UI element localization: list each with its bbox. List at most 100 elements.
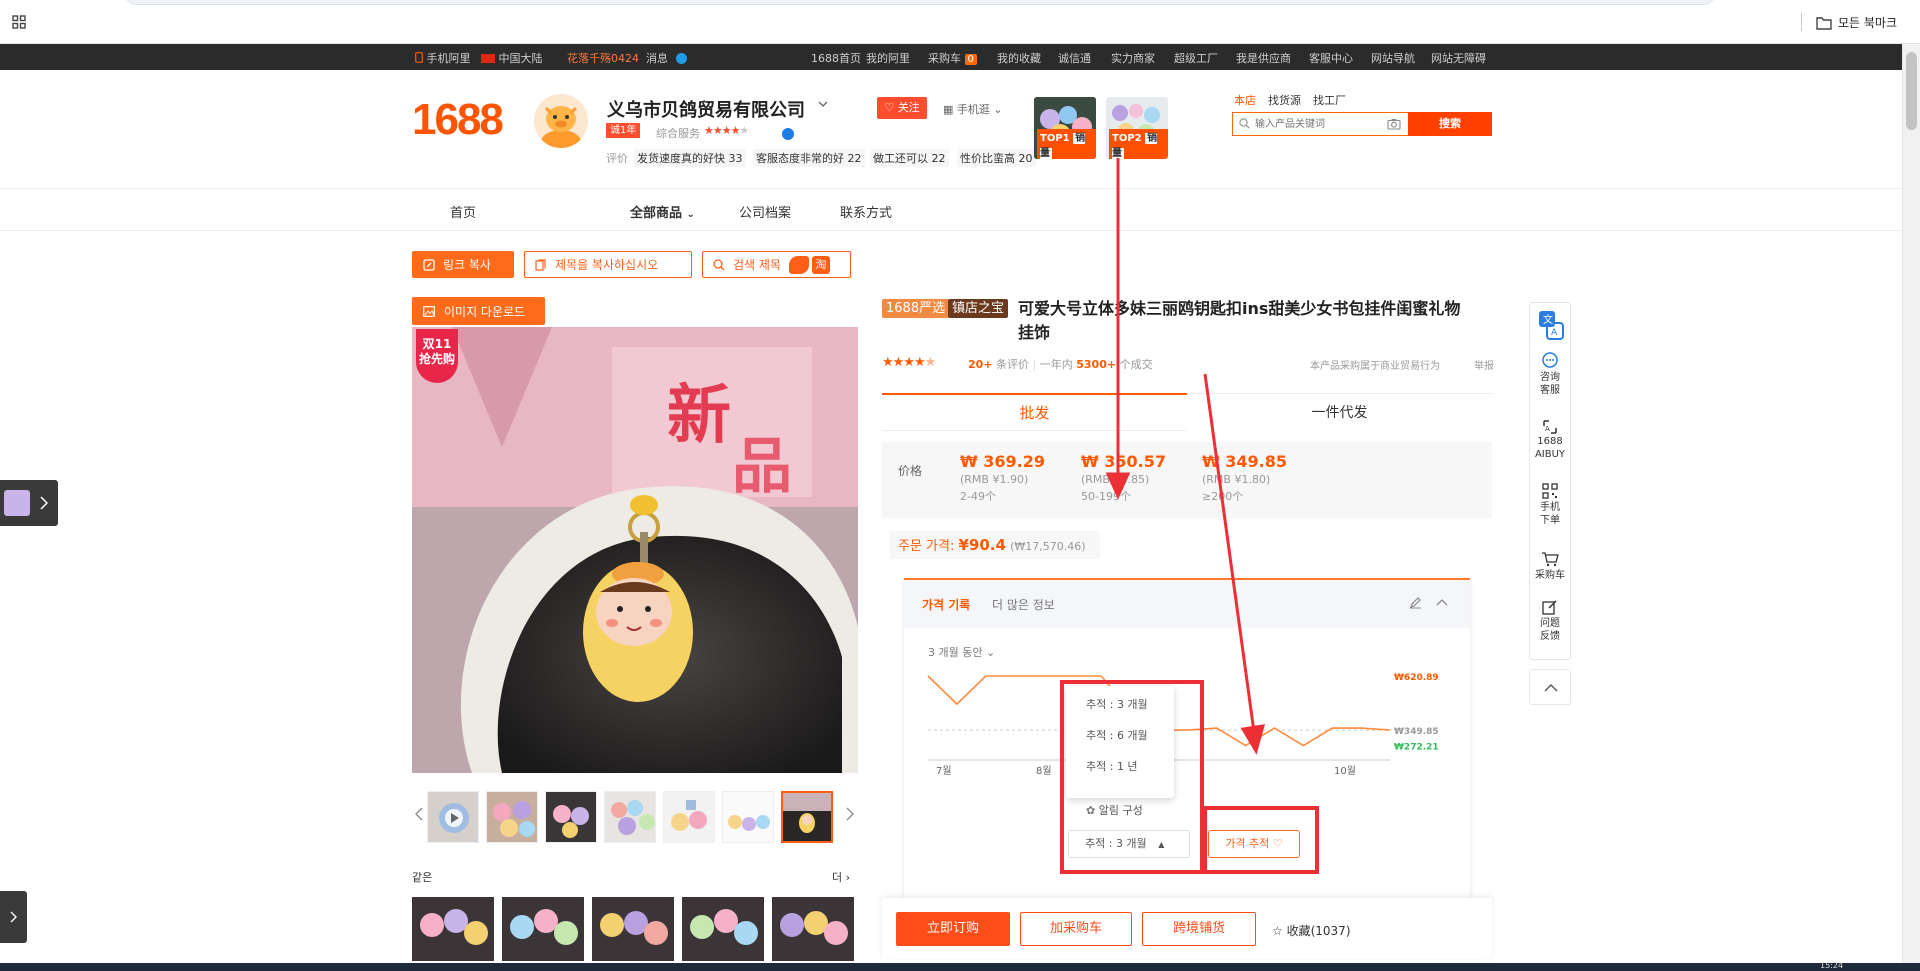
review-tag[interactable]: 发货速度真的好快 33: [634, 149, 746, 167]
chevron-left-icon[interactable]: [415, 807, 423, 821]
search-tab-store[interactable]: 本店: [1234, 92, 1256, 108]
topnav-strong-merchants[interactable]: 实力商家: [1111, 50, 1155, 66]
topnav-super-factory[interactable]: 超级工厂: [1174, 50, 1218, 66]
reviews-label: 评价: [606, 152, 628, 165]
search-button[interactable]: 搜索: [1408, 112, 1492, 136]
topnav-my-alibaba[interactable]: 我的阿里: [866, 50, 910, 66]
all-bookmarks-button[interactable]: 모든 북마크: [1816, 14, 1897, 31]
reviews-summary[interactable]: 20+ 条评价 | 一年内 5300+ 个成交: [968, 356, 1153, 372]
copy-icon: [535, 258, 546, 271]
feedback-button[interactable]: 问题反馈: [1530, 599, 1570, 643]
similar-more-link[interactable]: 더 ›: [832, 869, 850, 885]
copy-link-button[interactable]: 링크 복사: [412, 251, 514, 278]
thumbnail[interactable]: [486, 791, 538, 843]
consult-button[interactable]: 咨询客服: [1530, 351, 1570, 397]
shop-name[interactable]: 义乌市贝鸽贸易有限公司: [607, 96, 805, 122]
chevron-up-icon[interactable]: [1436, 598, 1448, 606]
nav-contact[interactable]: 联系方式: [840, 202, 892, 221]
qrcode-icon: [1542, 483, 1558, 499]
scrollbar-thumb[interactable]: [1906, 52, 1917, 130]
chevron-down-icon: ⌄: [985, 646, 996, 659]
page-scrollbar[interactable]: [1902, 44, 1920, 971]
thumbnail[interactable]: [663, 791, 715, 843]
price-tier: ₩ 369.29 (RMB ¥1.90) 2-49个: [960, 452, 1045, 503]
shop-avatar[interactable]: [534, 94, 588, 148]
topnav-service-center[interactable]: 客服中心: [1309, 50, 1353, 66]
search-tab-source[interactable]: 找货源: [1268, 92, 1301, 108]
search-title-button[interactable]: 검색 제목 淘: [702, 251, 851, 278]
topnav-supplier[interactable]: 我是供应商: [1236, 50, 1291, 66]
service-rating-stars: ★★★★★: [704, 124, 749, 137]
copy-title-button[interactable]: 제목을 복사하십시오: [524, 251, 692, 278]
topnav-username[interactable]: 花落千殇0424: [567, 50, 639, 66]
svg-text:新: 新: [667, 379, 731, 453]
thumbnail[interactable]: [604, 791, 656, 843]
thumbnail[interactable]: [545, 791, 597, 843]
badge-yanxuan: 1688严选: [882, 299, 950, 318]
left-float-panel-toggle-2[interactable]: [0, 891, 27, 943]
thumbnail-selected[interactable]: [781, 791, 833, 843]
nav-home[interactable]: 首页: [450, 202, 476, 221]
chevron-down-icon[interactable]: [818, 100, 828, 108]
apps-grid-icon[interactable]: [12, 15, 26, 29]
favorite-button[interactable]: ☆ 收藏(1037): [1272, 922, 1351, 939]
1688-icon[interactable]: [788, 255, 809, 274]
topnav-home[interactable]: 1688首页: [811, 50, 861, 66]
image-icon: [423, 305, 435, 317]
review-tag[interactable]: 客服态度非常的好 22: [753, 149, 865, 167]
download-images-button[interactable]: 이미지 다운로드: [412, 297, 545, 325]
add-to-cart-button[interactable]: 加采购车: [1020, 912, 1132, 946]
topnav-accessibility[interactable]: 网站无障碍: [1431, 50, 1486, 66]
nav-all-products[interactable]: 全部商品 ⌄: [630, 202, 695, 221]
cross-border-button[interactable]: 跨境铺货: [1142, 912, 1256, 946]
tab-wholesale[interactable]: 批发: [882, 393, 1187, 431]
service-label: 综合服务: [656, 127, 700, 140]
taobao-icon[interactable]: 淘: [811, 255, 830, 274]
left-float-panel-toggle[interactable]: [0, 480, 58, 526]
report-link[interactable]: 举报: [1474, 357, 1494, 372]
cart-button[interactable]: 采购车: [1530, 551, 1570, 582]
product-main-image[interactable]: 新 品 双11 抢先购: [412, 327, 858, 773]
topnav-mobile[interactable]: 手机阿里: [415, 50, 471, 66]
top-product-thumb[interactable]: TOP2 销量: [1106, 97, 1168, 159]
similar-product: [592, 897, 674, 961]
chevron-right-icon[interactable]: [846, 807, 854, 821]
tab-more-info[interactable]: 더 많은 정보: [992, 596, 1055, 613]
chart-x-tick-label: 7월: [936, 765, 952, 777]
range-select[interactable]: 3 개월 동안 ⌄: [928, 644, 995, 660]
top-product-thumb[interactable]: TOP1 销量: [1034, 97, 1096, 159]
topnav-region[interactable]: 中国大陆: [481, 50, 543, 66]
chat-icon: [1542, 352, 1558, 368]
topnav-cart[interactable]: 采购车 0: [928, 50, 977, 66]
topnav-chengxintong[interactable]: 诚信通: [1058, 50, 1091, 66]
aibuy-button[interactable]: A 1688 AIBUY: [1530, 419, 1570, 461]
camera-icon[interactable]: [1387, 118, 1401, 130]
chevron-down-icon: ⌄: [686, 209, 695, 220]
similar-product: [412, 897, 494, 961]
search-tab-factory[interactable]: 找工厂: [1313, 92, 1346, 108]
mobile-order-button[interactable]: 手机下单: [1530, 483, 1570, 527]
topnav-site-nav[interactable]: 网站导航: [1371, 50, 1415, 66]
edit-icon[interactable]: [1409, 596, 1422, 609]
tab-price-history[interactable]: 가격 기록: [922, 596, 970, 613]
chevron-down-icon: ⌄: [993, 103, 1003, 116]
price-tier: ₩ 350.57 (RMB ¥1.85) 50-199个: [1081, 452, 1166, 503]
browser-address-strip[interactable]: [125, 0, 1715, 5]
mobile-browse-button[interactable]: ▦ 手机逛 ⌄: [943, 101, 1003, 117]
back-to-top-button[interactable]: [1529, 669, 1571, 705]
thumbnail[interactable]: [722, 791, 774, 843]
topnav-favorites[interactable]: 我的收藏: [997, 50, 1041, 66]
order-now-button[interactable]: 立即订购: [896, 912, 1010, 946]
follow-button[interactable]: ♡ 关注: [877, 97, 927, 119]
search-input[interactable]: [1255, 115, 1381, 133]
topnav-messages[interactable]: 消息: [646, 50, 687, 66]
logo-1688[interactable]: 1688: [412, 95, 504, 145]
review-tag[interactable]: 做工还可以 22: [870, 149, 949, 167]
thumbnail[interactable]: [427, 791, 479, 843]
chevron-right-icon: [40, 496, 48, 510]
tab-dropship[interactable]: 一件代发: [1187, 393, 1492, 431]
review-tag[interactable]: 性价比蛮高 20: [957, 149, 1036, 167]
top-product-tag: TOP2 销量: [1109, 129, 1168, 159]
translate-button[interactable]: 文A: [1530, 309, 1570, 343]
nav-company-profile[interactable]: 公司档案: [739, 202, 791, 221]
